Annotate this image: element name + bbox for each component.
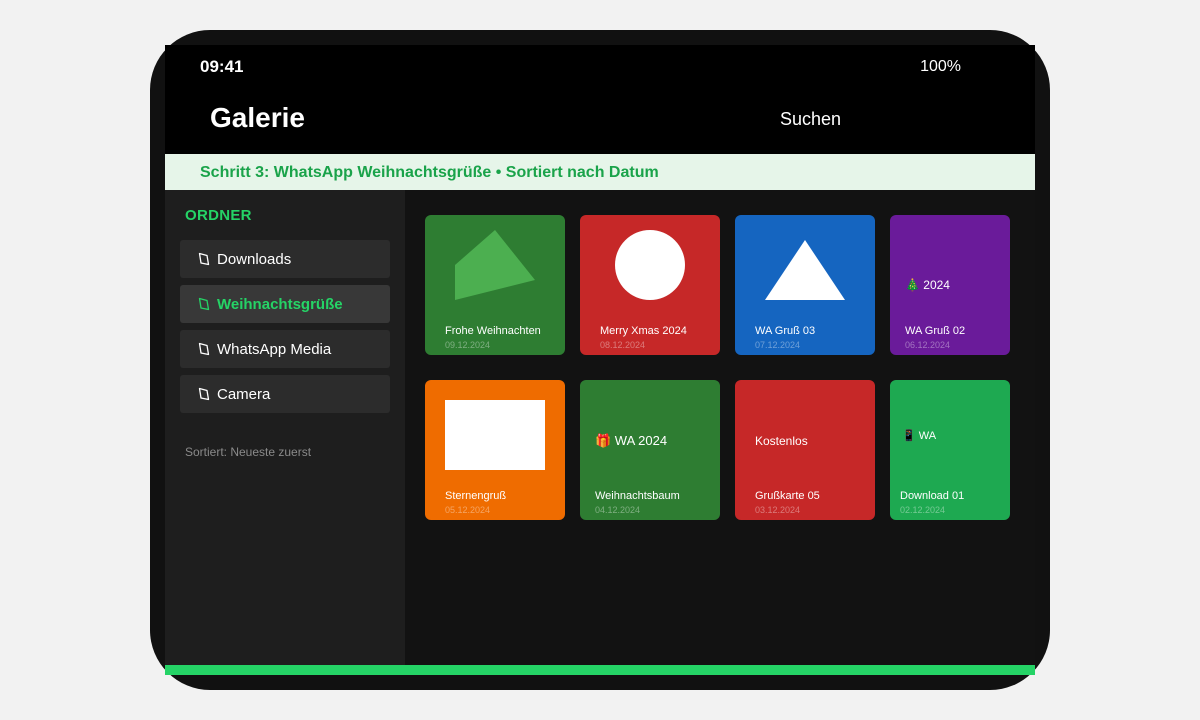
item-name: Merry Xmas 2024	[600, 325, 687, 337]
status-time: 09:41	[200, 57, 244, 76]
item-name: Weihnachtsbaum	[595, 490, 680, 502]
gallery-item[interactable]: Frohe Weihnachten 09.12.2024	[425, 215, 565, 355]
gallery-item[interactable]: Kostenlos Grußkarte 05 03.12.2024	[735, 380, 875, 520]
battery-level: 100%	[920, 58, 961, 75]
item-date: 06.12.2024	[905, 340, 951, 350]
folder-icon	[198, 387, 210, 401]
sidebar-item-label: Weihnachtsgrüße	[217, 296, 343, 313]
item-name: WA Gruß 03	[755, 325, 816, 337]
folder-sidebar: ORDNER Downloads Weihnachtsgrüße WhatsAp…	[165, 190, 405, 665]
sidebar-item-downloads[interactable]: Downloads	[180, 240, 390, 278]
gallery-item[interactable]: Merry Xmas 2024 08.12.2024	[580, 215, 720, 355]
sort-order-note: Sortiert: Neueste zuerst	[185, 445, 312, 459]
step-banner-text: Schritt 3: WhatsApp Weihnachtsgrüße • So…	[200, 164, 659, 181]
item-date: 02.12.2024	[900, 505, 946, 515]
rectangle-thumbnail	[445, 400, 545, 470]
gallery-item[interactable]: 🎁 WA 2024 Weihnachtsbaum 04.12.2024	[580, 380, 720, 520]
item-date: 09.12.2024	[445, 340, 491, 350]
sidebar-item-label: WhatsApp Media	[217, 341, 332, 358]
phone-icon: 📱 WA	[902, 430, 937, 442]
folder-icon	[198, 342, 210, 356]
thumbnail-text: Kostenlos	[755, 434, 808, 448]
status-bar: 09:41 100%	[165, 45, 1035, 90]
sidebar-item-whatsapp-media[interactable]: WhatsApp Media	[180, 330, 390, 368]
sidebar-item-label: Camera	[217, 386, 271, 403]
christmas-tree-icon: 🎄 2024	[905, 278, 950, 292]
item-date: 04.12.2024	[595, 505, 641, 515]
gallery-screen: 09:41 100% Galerie Suchen Schritt 3: Wha…	[165, 45, 1035, 675]
sidebar-item-weihnachtsgruesse[interactable]: Weihnachtsgrüße	[180, 285, 390, 323]
item-name: WA Gruß 02	[905, 325, 966, 337]
pentagon-thumbnail	[455, 230, 535, 300]
item-date: 08.12.2024	[600, 340, 646, 350]
item-date: 03.12.2024	[755, 505, 801, 515]
gallery-item[interactable]: 🎄 2024 WA Gruß 02 06.12.2024	[890, 215, 1010, 355]
item-date: 05.12.2024	[445, 505, 491, 515]
page-title: Galerie	[210, 102, 305, 133]
gift-icon: 🎁 WA 2024	[595, 433, 668, 448]
gallery-item[interactable]: Sternengruß 05.12.2024	[425, 380, 565, 520]
step-banner: Schritt 3: WhatsApp Weihnachtsgrüße • So…	[165, 154, 1035, 190]
sidebar-heading: ORDNER	[185, 207, 252, 224]
triangle-thumbnail	[765, 240, 845, 300]
item-name: Grußkarte 05	[755, 490, 820, 502]
sidebar-item-label: Downloads	[217, 251, 292, 268]
item-name: Download 01	[900, 490, 965, 502]
folder-icon	[198, 252, 210, 266]
gallery-item[interactable]: 📱 WA Download 01 02.12.2024	[890, 380, 1010, 520]
sidebar-item-camera[interactable]: Camera	[180, 375, 390, 413]
gallery-item[interactable]: WA Gruß 03 07.12.2024	[735, 215, 875, 355]
item-date: 07.12.2024	[755, 340, 801, 350]
search-button[interactable]: Suchen	[780, 109, 841, 130]
item-name: Sternengruß	[445, 490, 507, 502]
item-name: Frohe Weihnachten	[445, 325, 541, 337]
folder-icon	[198, 297, 210, 311]
bottom-accent-bar	[165, 665, 1035, 675]
circle-thumbnail	[615, 230, 685, 300]
app-bar: Galerie Suchen	[165, 90, 1035, 154]
